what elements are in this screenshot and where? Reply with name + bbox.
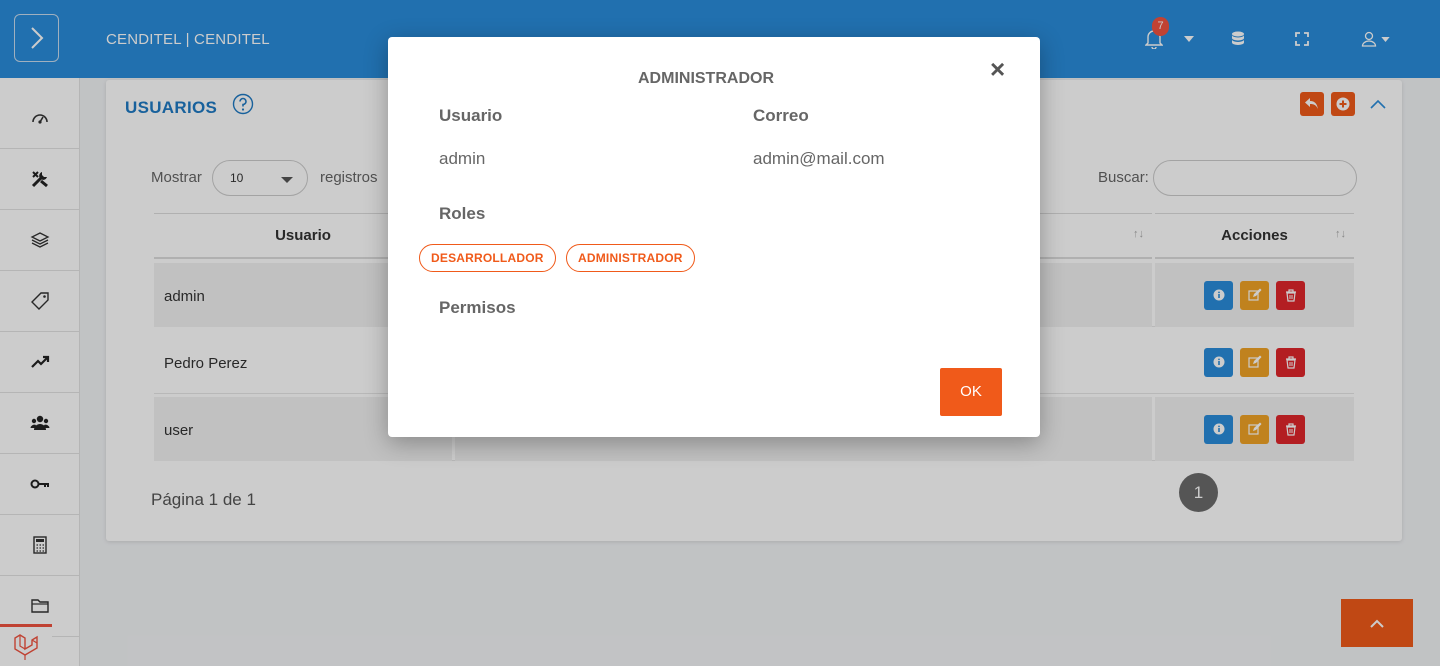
user-value: admin	[439, 149, 486, 168]
role-tag: ADMINISTRADOR	[566, 244, 695, 272]
user-label: Usuario	[439, 106, 503, 125]
roles-label: Roles	[439, 204, 486, 223]
ok-button[interactable]: OK	[940, 368, 1002, 416]
email-value: admin@mail.com	[753, 149, 885, 168]
role-tag: DESARROLLADOR	[419, 244, 556, 272]
permissions-label: Permisos	[439, 298, 516, 317]
modal-title: ADMINISTRADOR	[638, 70, 774, 87]
close-icon[interactable]: ×	[990, 56, 1005, 82]
user-detail-modal: ADMINISTRADOR × Usuario admin Correo adm…	[388, 37, 1040, 437]
email-label: Correo	[753, 106, 809, 125]
